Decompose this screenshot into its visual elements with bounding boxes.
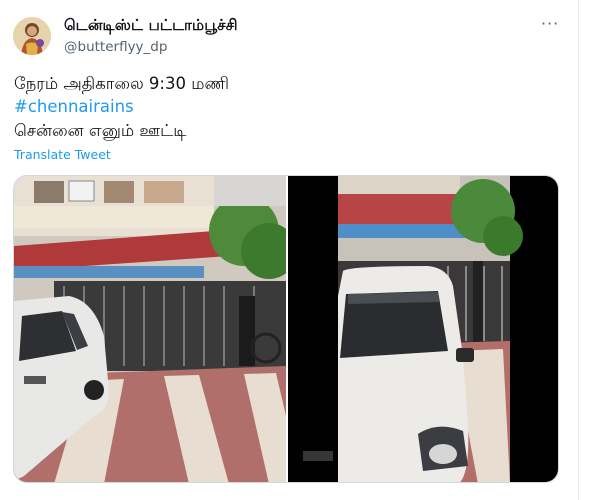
author-display-name[interactable]: டென்டிஸ்ட் பட்டாம்பூச்சி [64, 16, 238, 36]
photo-street-car-icon[interactable] [14, 176, 286, 483]
tweet-text-line-3: சென்னை எனும் ஊட்டி [14, 121, 187, 140]
timeline-divider [578, 0, 579, 500]
tweet-text-line-1: நேரம் அதிகாலை 9:30 மணி [14, 74, 230, 93]
more-options-icon[interactable]: ··· [541, 14, 559, 33]
hashtag-link[interactable]: #chennairains [14, 97, 134, 117]
photo-parked-car-icon[interactable] [288, 176, 559, 483]
user-avatar-icon[interactable] [13, 17, 51, 55]
tweet-card[interactable]: டென்டிஸ்ட் பட்டாம்பூச்சி @butterflyy_dp … [0, 0, 578, 500]
tweet-media-grid [13, 175, 559, 483]
author-handle[interactable]: @butterflyy_dp [64, 39, 167, 55]
translate-tweet-link[interactable]: Translate Tweet [14, 147, 111, 162]
